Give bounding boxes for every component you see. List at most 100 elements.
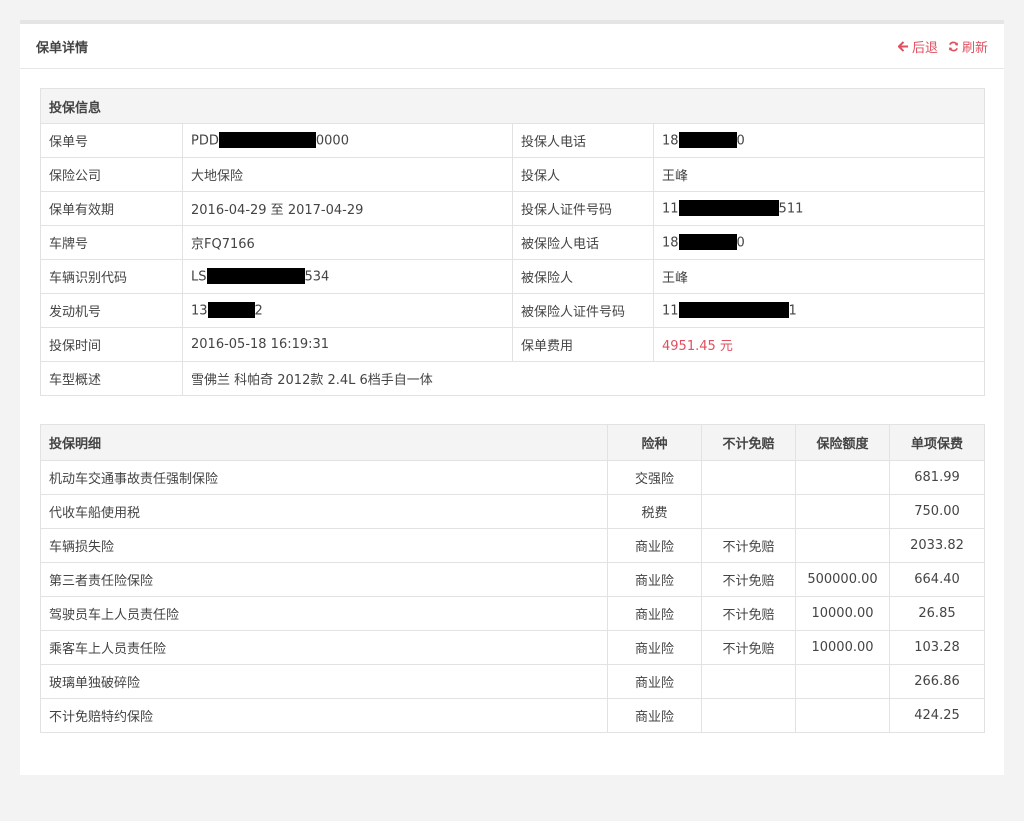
insure-time-label: 投保时间 [40,327,183,362]
coverage-name: 机动车交通事故责任强制保险 [40,460,608,495]
coverage-name: 驾驶员车上人员责任险 [40,596,608,631]
info-section-title: 投保信息 [39,88,986,124]
redaction-block [678,301,789,318]
coverage-amount [795,528,890,563]
coverage-deductible: 不计免赔 [701,562,796,597]
vin-label: 车辆识别代码 [40,259,183,294]
engine-number-value: 13 2 [182,293,513,328]
validity-value: 2016-04-29 至 2017-04-29 [182,191,513,226]
coverage-deductible [701,664,796,699]
back-button[interactable]: 后退 [897,37,938,56]
coverage-deductible [701,494,796,529]
redaction-block [678,233,737,250]
table-header-row: 投保明细 险种 不计免赔 保险额度 单项保费 [40,424,985,461]
arrow-left-icon [897,40,909,52]
coverage-name: 玻璃单独破碎险 [40,664,608,699]
redaction-block [206,267,305,284]
refresh-label: 刷新 [961,40,988,56]
table-row: 玻璃单独破碎险 商业险 266.86 [40,664,985,699]
table-row: 乘客车上人员责任险 商业险 不计免赔 10000.00 103.28 [40,630,985,665]
coverage-deductible: 不计免赔 [701,630,796,665]
plate-label: 车牌号 [40,225,183,260]
insurer-label: 保险公司 [40,157,183,192]
insured-label: 被保险人 [512,259,654,294]
table-row: 投保时间 2016-05-18 16:19:31 保单费用 4951.45 元 [40,327,986,362]
coverage-type: 商业险 [607,596,702,631]
engine-number-label: 发动机号 [40,293,183,328]
insured-phone-label: 被保险人电话 [512,225,654,260]
table-row: 代收车船使用税 税费 750.00 [40,494,985,529]
table-row: 保单有效期 2016-04-29 至 2017-04-29 投保人证件号码 11… [40,191,986,226]
coverage-type: 商业险 [607,630,702,665]
coverage-amount [795,664,890,699]
coverage-amount [795,494,890,529]
applicant-id-value: 11 511 [652,191,986,226]
coverage-premium: 2033.82 [889,528,985,563]
validity-label: 保单有效期 [40,191,183,226]
coverage-premium: 664.40 [889,562,985,597]
coverage-amount [795,460,890,495]
header-actions: 后退 刷新 [897,37,988,56]
coverage-type: 商业险 [607,562,702,597]
redaction-block [218,131,316,148]
coverage-premium: 681.99 [889,460,985,495]
col-header-deductible: 不计免赔 [701,424,796,461]
coverage-detail-table: 投保明细 险种 不计免赔 保险额度 单项保费 机动车交通事故责任强制保险 交强险… [40,424,985,733]
coverage-deductible [701,460,796,495]
model-summary-value: 雪佛兰 科帕奇 2012款 2.4L 6档手自一体 [181,361,986,396]
coverage-premium: 424.25 [889,698,985,733]
table-row: 机动车交通事故责任强制保险 交强险 681.99 [40,460,985,495]
plate-value: 京FQ7166 [182,225,513,260]
coverage-type: 商业险 [607,664,702,699]
table-row: 发动机号 13 2 被保险人证件号码 11 1 [40,293,986,328]
col-header-item: 投保明细 [40,424,608,461]
coverage-premium: 103.28 [889,630,985,665]
insurer-value: 大地保险 [182,157,513,192]
insured-id-value: 11 1 [652,293,986,328]
refresh-icon [948,41,959,52]
insure-time-value: 2016-05-18 16:19:31 [182,327,513,362]
coverage-name: 第三者责任险保险 [40,562,608,597]
table-row: 保单号 PDD 0000 投保人电话 18 0 [40,123,986,158]
redaction-block [678,131,737,148]
policy-fee-value: 4951.45 元 [652,327,986,362]
coverage-type: 税费 [607,494,702,529]
coverage-deductible: 不计免赔 [701,528,796,563]
coverage-premium: 750.00 [889,494,985,529]
table-row: 车辆识别代码 LS 534 被保险人 王峰 [40,259,986,294]
col-header-amount: 保险额度 [795,424,890,461]
coverage-amount: 10000.00 [795,630,890,665]
col-header-premium: 单项保费 [889,424,985,461]
insurance-info-table: 投保信息 保单号 PDD 0000 投保人电话 18 0 保险公司 大地保险 投保人… [39,88,986,396]
table-row: 车牌号 京FQ7166 被保险人电话 18 0 [40,225,986,260]
coverage-amount [795,698,890,733]
panel-header: 保单详情 后退 刷新 [20,24,1004,69]
back-label: 后退 [911,40,938,56]
coverage-premium: 26.85 [889,596,985,631]
coverage-amount: 500000.00 [795,562,890,597]
coverage-type: 商业险 [607,698,702,733]
table-row: 驾驶员车上人员责任险 商业险 不计免赔 10000.00 26.85 [40,596,985,631]
applicant-phone-value: 18 0 [652,123,986,158]
insured-value: 王峰 [652,259,986,294]
policy-number-value: PDD 0000 [182,123,513,158]
redaction-block [678,199,779,216]
model-summary-label: 车型概述 [40,361,183,396]
coverage-type: 交强险 [607,460,702,495]
applicant-phone-label: 投保人电话 [512,123,654,158]
page-title: 保单详情 [36,40,89,56]
table-row: 第三者责任险保险 商业险 不计免赔 500000.00 664.40 [40,562,985,597]
refresh-button[interactable]: 刷新 [948,37,988,56]
applicant-value: 王峰 [652,157,986,192]
coverage-deductible: 不计免赔 [701,596,796,631]
coverage-premium: 266.86 [889,664,985,699]
redaction-block [207,301,255,318]
coverage-type: 商业险 [607,528,702,563]
col-header-type: 险种 [607,424,702,461]
table-row: 保险公司 大地保险 投保人 王峰 [40,157,986,192]
coverage-name: 代收车船使用税 [40,494,608,529]
table-row: 不计免赔特约保险 商业险 424.25 [40,698,985,733]
coverage-amount: 10000.00 [795,596,890,631]
applicant-label: 投保人 [512,157,654,192]
policy-number-label: 保单号 [40,123,183,158]
